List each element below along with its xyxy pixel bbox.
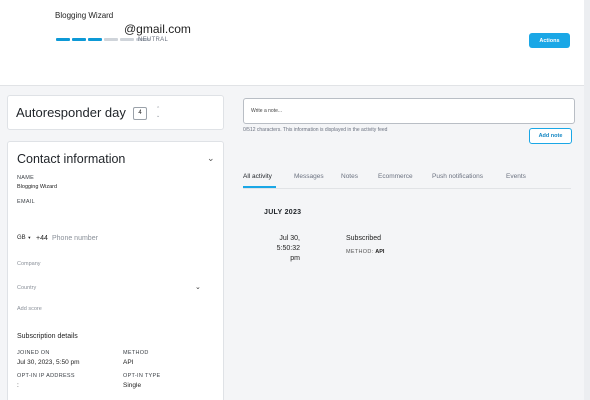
name-field[interactable]: Blogging Wizard <box>17 184 57 190</box>
email-field[interactable] <box>17 208 197 218</box>
chevron-down-icon[interactable]: ⌄ <box>195 283 201 291</box>
activity-timestamp: Jul 30, 5:50:32 pm <box>262 234 300 264</box>
phone-number-input[interactable]: Phone number <box>52 235 98 242</box>
phone-country-select[interactable]: GB ▼ <box>17 235 31 241</box>
country-select[interactable]: Country <box>17 285 36 291</box>
tab-notes[interactable]: Notes <box>341 173 358 180</box>
optin-type-value: Single <box>123 382 142 389</box>
subscriber-name: Blogging Wizard <box>55 11 114 20</box>
autoresponder-day-input[interactable]: 4 <box>133 107 147 120</box>
note-input[interactable]: Write a note... <box>243 98 575 124</box>
subscriber-score-bar <box>56 38 150 41</box>
page-scrollbar-track[interactable] <box>584 0 590 400</box>
activity-time: 5:50:32 <box>276 245 300 252</box>
tab-events[interactable]: Events <box>506 173 526 180</box>
score-segment <box>88 38 102 41</box>
contact-information-title: Contact information <box>17 152 126 166</box>
tab-ecommerce[interactable]: Ecommerce <box>378 173 413 180</box>
score-segment <box>120 38 134 41</box>
activity-month-heading: JULY 2023 <box>264 209 302 216</box>
caret-down-icon: ▼ <box>27 235 32 240</box>
activity-date: Jul 30, <box>279 235 300 242</box>
score-segment <box>56 38 70 41</box>
add-note-button[interactable]: Add note <box>529 128 572 144</box>
score-label: NEUTRAL <box>138 37 169 43</box>
subscriber-email: @gmail.com <box>124 22 191 36</box>
optin-ip-value: : <box>17 382 19 389</box>
activity-method: METHOD: API <box>346 249 384 255</box>
active-tab-indicator <box>243 186 276 188</box>
activity-method-label: METHOD: <box>346 249 374 255</box>
chevron-down-icon[interactable]: ⌄ <box>207 153 215 164</box>
tab-all-activity[interactable]: All activity <box>243 173 272 180</box>
phone-country-code: GB <box>17 235 26 241</box>
decrement-icon[interactable]: ⌄ <box>156 113 160 120</box>
optin-ip-label: OPT-IN IP ADDRESS <box>17 373 75 379</box>
day-stepper-arrows[interactable]: ⌃ ⌄ <box>156 106 160 120</box>
note-help-text: 0/512 characters. This information is di… <box>243 127 388 133</box>
score-segment <box>104 38 118 41</box>
email-label: EMAIL <box>17 199 36 205</box>
activity-tabs: All activity Messages Notes Ecommerce Pu… <box>243 172 571 189</box>
joined-on-value: Jul 30, 2023, 5:50 pm <box>17 359 80 366</box>
subscription-details-title: Subscription details <box>17 333 78 340</box>
company-input[interactable]: Company <box>17 261 41 267</box>
method-value: API <box>123 359 134 366</box>
phone-dial-code: +44 <box>36 235 48 242</box>
activity-method-value: API <box>375 249 385 255</box>
contact-information-card: Contact information ⌄ NAME Blogging Wiza… <box>7 141 224 400</box>
activity-meridiem: pm <box>290 255 300 262</box>
joined-on-label: JOINED ON <box>17 350 50 356</box>
activity-title: Subscribed <box>346 235 382 242</box>
optin-type-label: OPT-IN TYPE <box>123 373 161 379</box>
method-label: METHOD <box>123 350 149 356</box>
name-label: NAME <box>17 175 35 181</box>
tab-messages[interactable]: Messages <box>294 173 324 180</box>
note-placeholder: Write a note... <box>251 108 283 114</box>
autoresponder-card: Autoresponder day 4 ⌃ ⌄ <box>7 95 224 130</box>
subscriber-header: Blogging Wizard @gmail.com NEUTRAL Actio… <box>0 0 584 86</box>
add-score-input[interactable]: Add score <box>17 306 42 312</box>
score-segment <box>72 38 86 41</box>
actions-button[interactable]: Actions <box>529 33 570 48</box>
tab-push-notifications[interactable]: Push notifications <box>432 173 483 180</box>
increment-icon[interactable]: ⌃ <box>156 106 160 113</box>
autoresponder-title: Autoresponder day <box>16 105 126 120</box>
